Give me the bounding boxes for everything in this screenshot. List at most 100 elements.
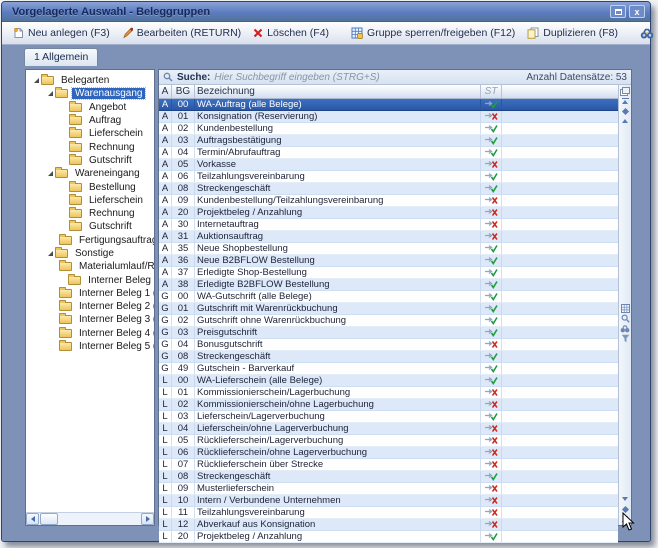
table-row[interactable]: L00WA-Lieferschein (alle Belege): [159, 375, 618, 387]
table-row[interactable]: L20Projektbeleg / Anzahlung: [159, 531, 618, 543]
table-row[interactable]: G03Preisgutschrift: [159, 327, 618, 339]
find-icon[interactable]: [620, 324, 631, 334]
title-bar[interactable]: Vorgelagerte Auswahl - Beleggruppen x: [2, 2, 650, 22]
table-row[interactable]: L12Abverkauf aus Konsignation: [159, 519, 618, 531]
tree-item-rechnung[interactable]: Rechnung: [26, 207, 154, 220]
table-row[interactable]: L05Rücklieferschein/Lagerverbuchung: [159, 435, 618, 447]
table-row[interactable]: L06Rücklieferschein/ohne Lagerverbuchung: [159, 447, 618, 459]
tree-item-interner-beleg[interactable]: Interner Beleg: [26, 273, 154, 286]
status-active-icon: [481, 471, 502, 482]
tree-item-rechnung[interactable]: Rechnung: [26, 140, 154, 153]
tree-scrollbar-thumb[interactable]: [40, 513, 58, 525]
tree-expander-icon[interactable]: [45, 251, 55, 256]
tree-expander-icon[interactable]: [45, 171, 55, 176]
table-row[interactable]: L01Kommissionierschein/Lagerbuchung: [159, 387, 618, 399]
toolbar-button-delete[interactable]: Löschen (F4): [248, 25, 334, 41]
scroll-right-button[interactable]: [141, 513, 154, 525]
table-row[interactable]: A04Termin/Abrufauftrag: [159, 147, 618, 159]
scroll-left-button[interactable]: [26, 513, 39, 525]
table-row[interactable]: L09Musterlieferschein: [159, 483, 618, 495]
tree-item-lieferschein[interactable]: Lieferschein: [26, 127, 154, 140]
tree-item-interner-beleg-5-pps[interactable]: Interner Beleg 5 (PPS): [26, 340, 154, 353]
filter-icon[interactable]: [620, 334, 631, 344]
tree-item-label: Wareneingang: [72, 168, 143, 179]
toolbar-button-edit[interactable]: Bearbeiten (RETURN): [117, 25, 246, 41]
table-row[interactable]: L07Rücklieferschein über Strecke: [159, 459, 618, 471]
grid-view-icon[interactable]: [620, 304, 631, 314]
status-active-icon: [481, 255, 502, 266]
column-header-st[interactable]: ST: [481, 85, 502, 98]
cell-art: A: [159, 99, 172, 110]
tab-allgemein[interactable]: 1 Allgemein: [24, 48, 98, 66]
tree-item-bestellung[interactable]: Bestellung: [26, 180, 154, 193]
toolbar-button-duplicate[interactable]: Duplizieren (F8): [522, 25, 623, 41]
tree-item-warenausgang[interactable]: Warenausgang: [26, 87, 154, 100]
table-row[interactable]: L04Lieferschein/ohne Lagerverbuchung: [159, 423, 618, 435]
cell-beleggruppe: 09: [172, 195, 195, 206]
tree-item-angebot[interactable]: Angebot: [26, 101, 154, 114]
table-row[interactable]: G01Gutschrift mit Warenrückbuchung: [159, 303, 618, 315]
tree-item-gutschrift[interactable]: Gutschrift: [26, 220, 154, 233]
table-row[interactable]: G08Streckengeschäft: [159, 351, 618, 363]
tree-item-sonstige[interactable]: Sonstige: [26, 247, 154, 260]
table-row[interactable]: G02Gutschrift ohne Warenrückbuchung: [159, 315, 618, 327]
table-row[interactable]: A02Kundenbestellung: [159, 123, 618, 135]
scroll-marker-top-icon[interactable]: [620, 106, 631, 116]
cell-beleggruppe: 01: [172, 303, 195, 314]
table-row[interactable]: A37Erledigte Shop-Bestellung: [159, 267, 618, 279]
column-header-bezeichnung[interactable]: Bezeichnung: [195, 85, 481, 98]
tree-item-interner-beleg-3-pps[interactable]: Interner Beleg 3 (PPS): [26, 313, 154, 326]
tree-item-fertigungsauftrag-pps[interactable]: Fertigungsauftrag (PPS): [26, 234, 154, 247]
table-row[interactable]: L03Lieferschein/Lagerverbuchung: [159, 411, 618, 423]
table-row[interactable]: A20Projektbeleg / Anzahlung: [159, 207, 618, 219]
tree-item-interner-beleg-1-pps[interactable]: Interner Beleg 1 (PPS): [26, 287, 154, 300]
tree-item-interner-beleg-4-pps[interactable]: Interner Beleg 4 (PPS): [26, 327, 154, 340]
tree-item-materialumlauf-reparatur[interactable]: Materialumlauf/Reparatur: [26, 260, 154, 273]
scroll-down-icon[interactable]: [620, 494, 631, 504]
table-row[interactable]: A36Neue B2BFLOW Bestellung: [159, 255, 618, 267]
table-row[interactable]: L11Teilzahlungsvereinbarung: [159, 507, 618, 519]
restore-button[interactable]: [610, 5, 626, 18]
tree-expander-icon[interactable]: [31, 78, 41, 83]
toolbar-button-lock[interactable]: Gruppe sperren/freigeben (F12): [346, 25, 520, 41]
tree-item-lieferschein[interactable]: Lieferschein: [26, 194, 154, 207]
tree-item-gutschrift[interactable]: Gutschrift: [26, 154, 154, 167]
toolbar-button-search[interactable]: Suchen (STRG+S): [635, 25, 658, 41]
tree-item-wareneingang[interactable]: Wareneingang: [26, 167, 154, 180]
column-chooser-icon[interactable]: [620, 86, 631, 96]
search-input[interactable]: Hier Suchbegriff eingeben (STRG+S): [214, 72, 522, 83]
table-row[interactable]: L02Kommissionierschein/ohne Lagerbuchung: [159, 399, 618, 411]
table-row[interactable]: A01Konsignation (Reservierung): [159, 111, 618, 123]
table-row[interactable]: G00WA-Gutschrift (alle Belege): [159, 291, 618, 303]
column-header-a[interactable]: A: [159, 85, 172, 98]
zoom-icon[interactable]: [620, 314, 631, 324]
tree-horizontal-scrollbar[interactable]: [26, 512, 154, 525]
close-button[interactable]: x: [629, 5, 645, 18]
folder-icon: [59, 329, 72, 338]
tree-item-interner-beleg-2-pps[interactable]: Interner Beleg 2 (PPS): [26, 300, 154, 313]
table-row[interactable]: A05Vorkasse: [159, 159, 618, 171]
table-row[interactable]: L10Intern / Verbundene Unternehmen: [159, 495, 618, 507]
folder-icon: [55, 169, 68, 178]
column-header-bg[interactable]: BG: [172, 85, 195, 98]
table-row[interactable]: A09Kundenbestellung/Teilzahlungsvereinba…: [159, 195, 618, 207]
table-row[interactable]: A06Teilzahlungsvereinbarung: [159, 171, 618, 183]
table-row[interactable]: A31Auktionsauftrag: [159, 231, 618, 243]
table-row[interactable]: G04Bonusgutschrift: [159, 339, 618, 351]
scroll-up-icon[interactable]: [620, 116, 631, 126]
table-row[interactable]: A30Internetauftrag: [159, 219, 618, 231]
table-row[interactable]: A08Streckengeschäft: [159, 183, 618, 195]
search-bar[interactable]: Suche: Hier Suchbegriff eingeben (STRG+S…: [159, 70, 631, 85]
table-row[interactable]: A35Neue Shopbestellung: [159, 243, 618, 255]
table-row[interactable]: A38Erledigte B2BFLOW Bestellung: [159, 279, 618, 291]
scroll-to-top-icon[interactable]: [620, 96, 631, 106]
tree-item-belegarten[interactable]: Belegarten: [26, 74, 154, 87]
table-row[interactable]: A00WA-Auftrag (alle Belege): [159, 99, 618, 111]
table-row[interactable]: G49Gutschein - Barverkauf: [159, 363, 618, 375]
tree-expander-icon[interactable]: [45, 91, 55, 96]
toolbar-button-new[interactable]: Neu anlegen (F3): [8, 25, 115, 41]
toolbar-button-label: Neu anlegen (F3): [28, 27, 110, 39]
table-row[interactable]: L08Streckengeschäft: [159, 471, 618, 483]
tree-item-auftrag[interactable]: Auftrag: [26, 114, 154, 127]
table-row[interactable]: A03Auftragsbestätigung: [159, 135, 618, 147]
